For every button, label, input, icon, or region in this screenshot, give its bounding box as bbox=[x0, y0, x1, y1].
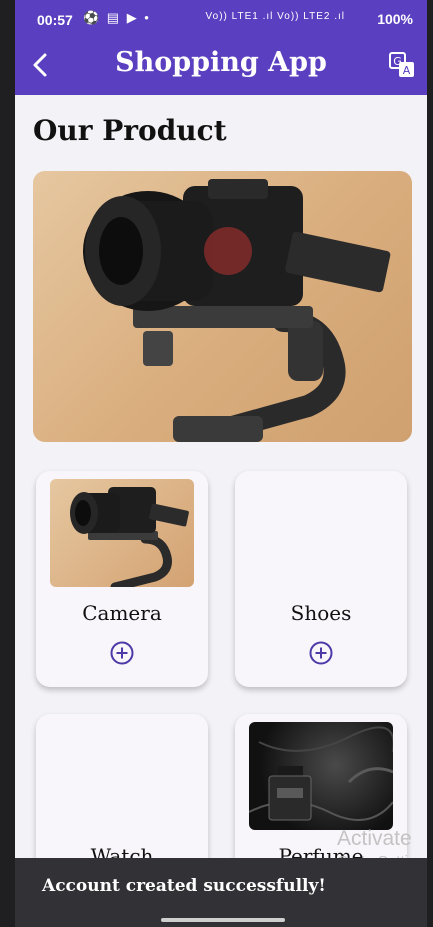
snackbar: Account created successfully! bbox=[15, 858, 427, 914]
battery-level: 100% bbox=[377, 11, 413, 27]
camera-gimbal-photo bbox=[83, 179, 391, 442]
status-bar: 00:57 ⚽ ▤ ▶ • Vo)) LTE1 .ıl Vo)) LTE2 .ı… bbox=[15, 8, 427, 34]
snackbar-message: Account created successfully! bbox=[42, 876, 326, 896]
home-gesture-handle[interactable] bbox=[161, 918, 285, 922]
hero-image bbox=[33, 171, 412, 442]
product-card-camera[interactable]: Camera bbox=[36, 471, 208, 687]
add-circle-icon[interactable] bbox=[309, 641, 333, 665]
product-label: Camera bbox=[82, 601, 162, 625]
product-image-perfume bbox=[249, 722, 393, 830]
svg-text:A: A bbox=[403, 64, 411, 77]
product-card-shoes[interactable]: Shoes bbox=[235, 471, 407, 687]
perfume-thumbnail bbox=[249, 726, 393, 821]
add-circle-icon[interactable] bbox=[110, 641, 134, 665]
product-image-camera bbox=[50, 479, 194, 587]
device-frame-right bbox=[427, 0, 433, 927]
watermark-line-1: Activate bbox=[337, 827, 412, 850]
notification-icons: ⚽ ▤ ▶ • bbox=[83, 10, 151, 25]
app-title: Shopping App bbox=[115, 47, 327, 78]
app-bar: 00:57 ⚽ ▤ ▶ • Vo)) LTE1 .ıl Vo)) LTE2 .ı… bbox=[15, 0, 427, 95]
product-label: Shoes bbox=[290, 601, 352, 625]
device-frame-left bbox=[0, 0, 15, 927]
camera-thumbnail bbox=[70, 487, 189, 587]
page-heading: Our Product bbox=[33, 114, 227, 147]
translate-icon[interactable]: G A bbox=[389, 52, 415, 78]
phone-screen: 00:57 ⚽ ▤ ▶ • Vo)) LTE1 .ıl Vo)) LTE2 .ı… bbox=[15, 0, 427, 927]
status-time: 00:57 bbox=[37, 12, 73, 28]
network-indicator: Vo)) LTE1 .ıl Vo)) LTE2 .ıl bbox=[205, 11, 345, 22]
